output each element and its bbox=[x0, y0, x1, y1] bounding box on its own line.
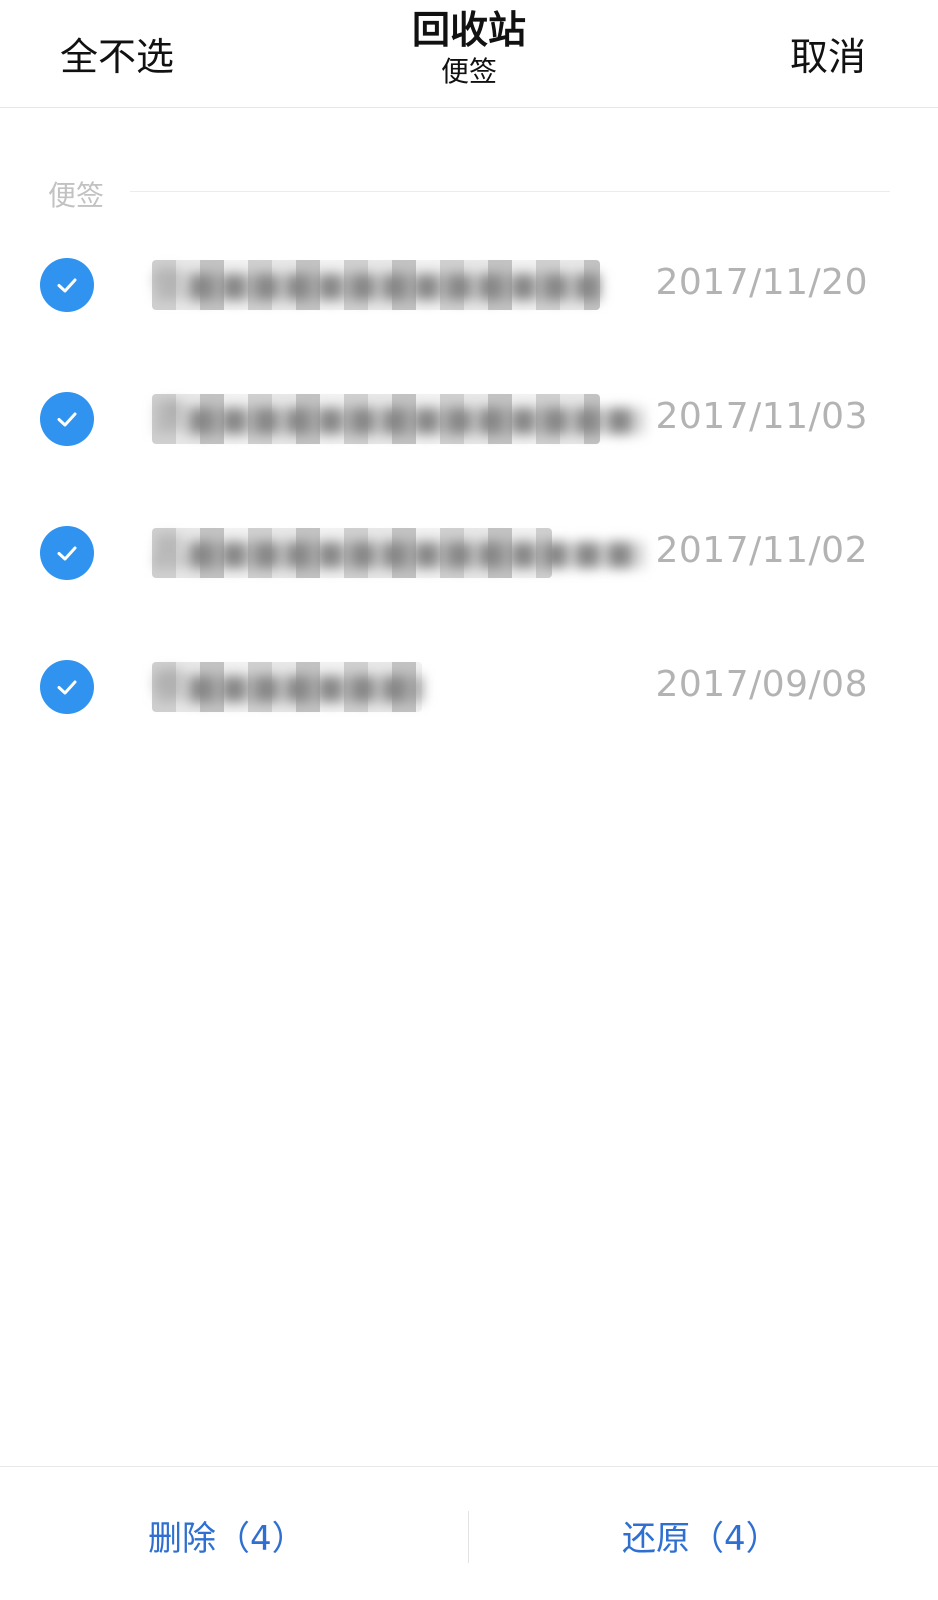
note-date: 2017/11/02 bbox=[655, 530, 868, 571]
note-preview: 信■■■■■■■■■■■■■■■■■ bbox=[152, 265, 600, 305]
bottom-action-bar: 删除（4） 还原（4） bbox=[0, 1466, 938, 1600]
note-preview: 吕■■■■■■■■■■■■■■■■■■■■■■■■■■■■■■■■■■■■■■■… bbox=[152, 533, 642, 573]
list-item[interactable]: 很■■■■■■■■■ 2017/09/08 bbox=[0, 630, 938, 750]
list-item[interactable]: 信■■■■■■■■■■■■■■■■■ 2017/11/20 bbox=[0, 228, 938, 348]
note-date: 2017/11/03 bbox=[655, 396, 868, 437]
section-header: 便签 bbox=[48, 174, 890, 214]
top-nav-bar: 全不选 回收站 便签 取消 bbox=[0, 0, 938, 108]
note-date: 2017/09/08 bbox=[655, 664, 868, 705]
note-date: 2017/11/20 bbox=[655, 262, 868, 303]
action-divider bbox=[468, 1511, 469, 1563]
checked-icon[interactable] bbox=[40, 660, 94, 714]
note-preview: 很■■■■■■■■■ bbox=[152, 667, 422, 707]
section-divider bbox=[130, 191, 890, 192]
list-item[interactable]: 须■■■■■■■■■■■■■■■■■■■■■■■■■■■■■■■■■毛… 201… bbox=[0, 362, 938, 482]
section-label: 便签 bbox=[48, 179, 105, 212]
restore-button[interactable]: 还原（4） bbox=[622, 1511, 780, 1560]
note-preview: 须■■■■■■■■■■■■■■■■■■■■■■■■■■■■■■■■■毛… bbox=[152, 399, 642, 439]
checked-icon[interactable] bbox=[40, 392, 94, 446]
checked-icon[interactable] bbox=[40, 258, 94, 312]
checked-icon[interactable] bbox=[40, 526, 94, 580]
delete-button[interactable]: 删除（4） bbox=[148, 1511, 306, 1560]
list-item[interactable]: 吕■■■■■■■■■■■■■■■■■■■■■■■■■■■■■■■■■■■■■■■… bbox=[0, 496, 938, 616]
cancel-button[interactable]: 取消 bbox=[790, 26, 866, 81]
